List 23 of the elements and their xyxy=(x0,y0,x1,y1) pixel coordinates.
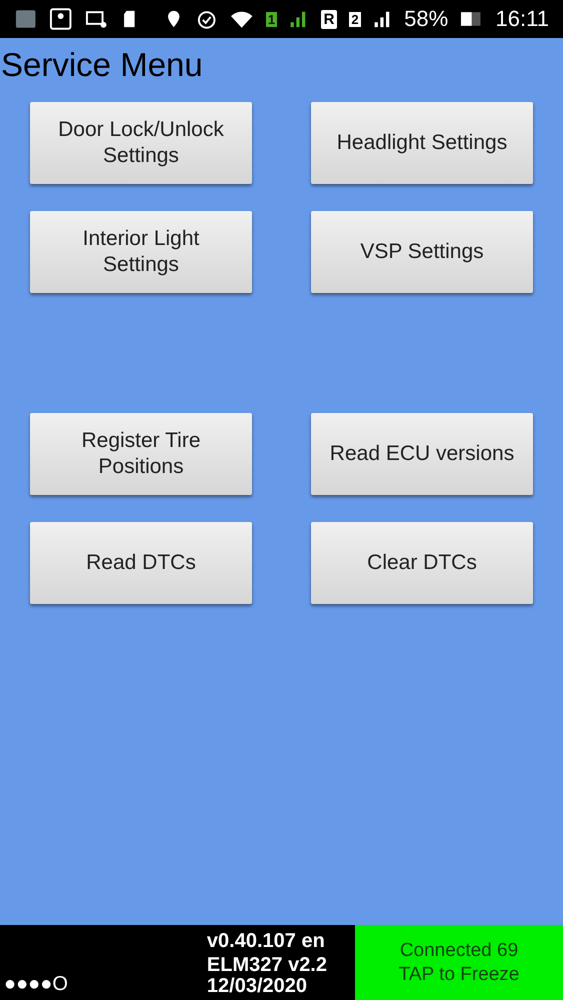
menu-button[interactable]: Register Tire Positions xyxy=(30,413,252,495)
clock-time: 16:11 xyxy=(496,6,549,32)
record-icon xyxy=(49,7,73,31)
menu-button[interactable]: Interior Light Settings xyxy=(30,211,252,293)
freeze-hint: TAP to Freeze xyxy=(398,962,520,986)
connection-status: Connected 69 xyxy=(400,938,518,962)
page-title: Service Menu xyxy=(0,45,204,85)
battery-percentage: 58% xyxy=(404,6,448,32)
menu-button[interactable]: Read DTCs xyxy=(30,522,252,604)
version-text: v0.40.107 en xyxy=(206,929,325,954)
adapter-text: ELM327 v2.2 xyxy=(206,954,327,976)
menu-button[interactable]: Headlight Settings xyxy=(311,102,533,184)
sim-slot-label: 2 xyxy=(349,12,361,26)
photo-icon xyxy=(14,7,38,31)
menu-button[interactable]: Read ECU versions xyxy=(311,413,533,495)
roaming-label: R xyxy=(320,10,338,28)
menu-button[interactable]: Door Lock/Unlock Settings xyxy=(30,102,252,184)
menu-button[interactable]: Clear DTCs xyxy=(311,522,533,604)
progress-dots: ●●●●O xyxy=(4,973,68,996)
date-text: 12/03/2020 xyxy=(206,976,308,996)
connection-panel[interactable]: Connected 69 TAP to Freeze xyxy=(355,925,563,1000)
sim-slot-label: 1 xyxy=(266,12,278,26)
menu-button[interactable]: VSP Settings xyxy=(311,211,533,293)
